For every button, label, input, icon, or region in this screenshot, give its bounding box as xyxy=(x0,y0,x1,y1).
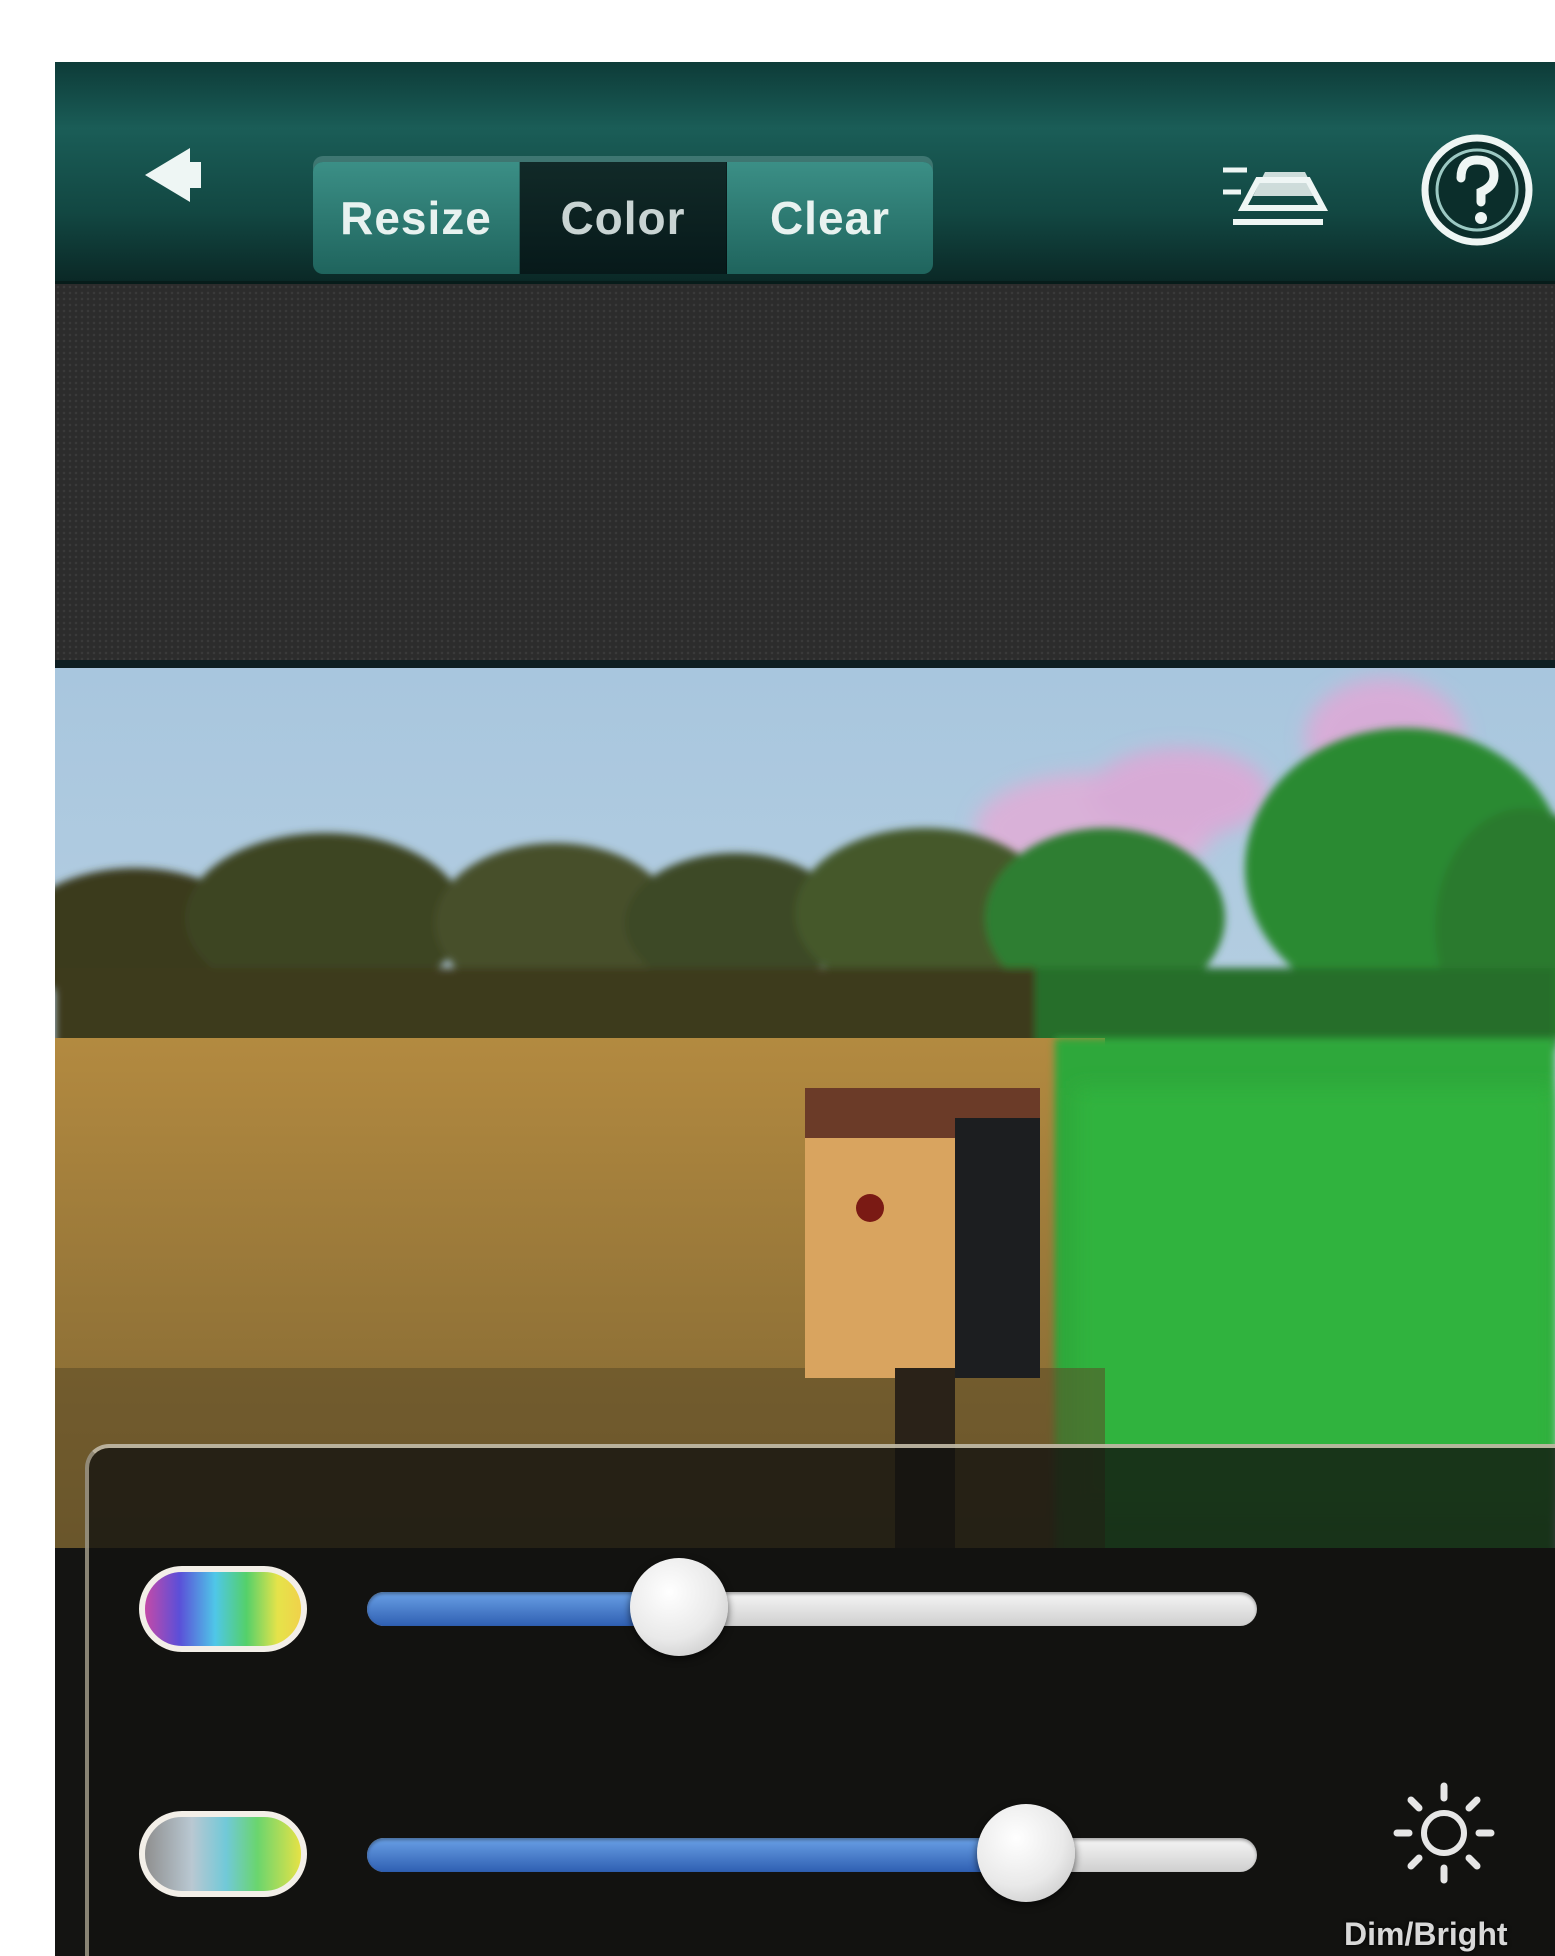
mode-segmented-control: Resize Color Clear xyxy=(313,162,933,274)
brightness-sun-icon[interactable] xyxy=(1389,1778,1499,1888)
help-icon[interactable] xyxy=(1415,128,1539,252)
hue-slider[interactable] xyxy=(367,1558,1257,1656)
tab-color[interactable]: Color xyxy=(520,162,727,274)
empty-canvas-area xyxy=(55,284,1555,668)
app-screen: Resize Color Clear Dim/Bright xyxy=(55,62,1555,1956)
back-button[interactable] xyxy=(135,140,215,210)
color-controls-panel: Dim/Bright xyxy=(85,1444,1555,1956)
saturation-slider-fill xyxy=(367,1838,1026,1872)
brightness-label: Dim/Bright xyxy=(1344,1916,1508,1952)
saturation-slider-thumb[interactable] xyxy=(976,1804,1075,1902)
back-arrow-icon xyxy=(145,148,201,202)
top-toolbar: Resize Color Clear xyxy=(55,62,1555,284)
saturation-spectrum-pill xyxy=(139,1811,307,1897)
tab-clear[interactable]: Clear xyxy=(727,162,933,274)
layers-tool-icon[interactable] xyxy=(1213,140,1343,240)
saturation-slider[interactable] xyxy=(367,1804,1257,1902)
hue-slider-thumb[interactable] xyxy=(629,1558,728,1656)
hue-spectrum-pill xyxy=(139,1566,307,1652)
tab-resize[interactable]: Resize xyxy=(313,162,520,274)
